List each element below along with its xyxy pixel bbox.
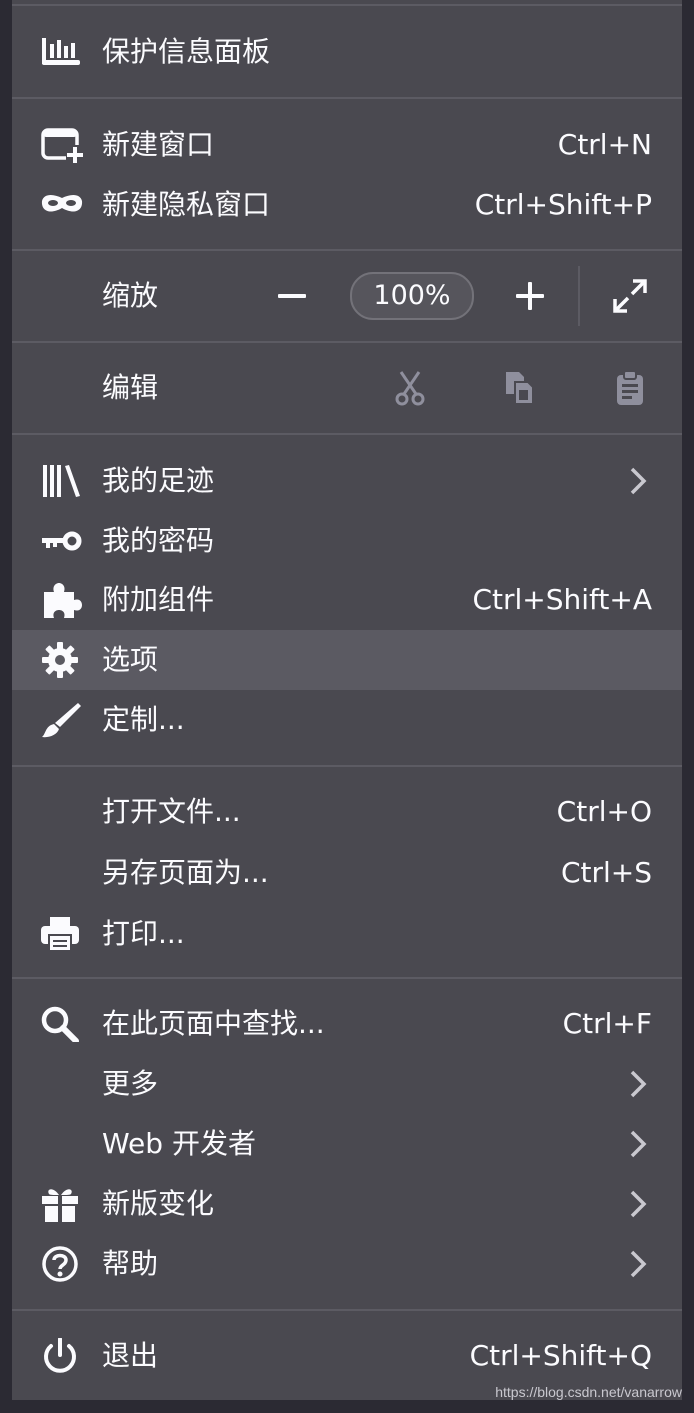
gear-icon bbox=[40, 642, 84, 678]
zoom-row: 缩放 bbox=[12, 266, 682, 326]
chevron-right-icon bbox=[628, 1128, 648, 1160]
menu-item-label: 退出 bbox=[102, 1339, 159, 1372]
menu-item-label: 定制... bbox=[102, 703, 185, 736]
chevron-right-icon bbox=[628, 1248, 648, 1280]
menu-item-whats-new[interactable]: 新版变化 bbox=[12, 1174, 682, 1234]
shortcut-label: Ctrl+F bbox=[562, 1007, 652, 1040]
separator bbox=[12, 977, 682, 979]
shortcut-label: Ctrl+O bbox=[556, 795, 652, 828]
search-icon bbox=[40, 1006, 84, 1042]
shortcut-label: Ctrl+Shift+Q bbox=[469, 1339, 652, 1372]
menu-item-passwords[interactable]: 我的密码 bbox=[12, 511, 682, 571]
menu-item-label: 另存页面为... bbox=[102, 856, 269, 889]
menu-item-new-private-window[interactable]: 新建隐私窗口 Ctrl+Shift+P bbox=[12, 175, 682, 235]
menu-item-open-file[interactable]: 打开文件... Ctrl+O bbox=[12, 782, 682, 842]
chevron-right-icon bbox=[628, 1068, 648, 1100]
new-window-icon bbox=[40, 127, 84, 163]
shortcut-label: Ctrl+Shift+P bbox=[474, 188, 652, 221]
menu-item-label: 新建隐私窗口 bbox=[102, 188, 271, 221]
menu-item-label: 新建窗口 bbox=[102, 128, 215, 161]
fullscreen-button[interactable] bbox=[608, 266, 652, 326]
menu-item-label: Web 开发者 bbox=[102, 1127, 256, 1160]
gift-icon bbox=[40, 1186, 84, 1222]
private-mask-icon bbox=[40, 187, 84, 223]
menu-item-find-in-page[interactable]: 在此页面中查找... Ctrl+F bbox=[12, 994, 682, 1054]
key-icon bbox=[40, 523, 84, 559]
menu-item-label: 新版变化 bbox=[102, 1187, 215, 1220]
separator bbox=[12, 765, 682, 767]
zoom-reset-button[interactable]: 100% bbox=[350, 272, 474, 320]
watermark: https://blog.csdn.net/vanarrow bbox=[495, 1384, 682, 1400]
app-menu: 保护信息面板 新建窗口 Ctrl+N 新建隐私窗口 Ctrl+Shift+P 缩… bbox=[12, 0, 682, 1400]
separator bbox=[12, 1309, 682, 1311]
puzzle-icon bbox=[40, 582, 84, 618]
separator bbox=[12, 249, 682, 251]
separator bbox=[12, 4, 682, 6]
edit-label: 编辑 bbox=[102, 371, 159, 404]
menu-item-label: 打开文件... bbox=[102, 795, 241, 828]
menu-item-new-window[interactable]: 新建窗口 Ctrl+N bbox=[12, 115, 682, 175]
zoom-in-button[interactable] bbox=[508, 266, 552, 326]
menu-item-label: 选项 bbox=[102, 643, 159, 676]
chart-icon bbox=[40, 34, 84, 70]
menu-item-label: 保护信息面板 bbox=[102, 35, 271, 68]
paste-button[interactable] bbox=[608, 358, 652, 418]
menu-item-label: 更多 bbox=[102, 1067, 159, 1100]
menu-item-help[interactable]: 帮助 bbox=[12, 1234, 682, 1294]
shortcut-label: Ctrl+N bbox=[557, 128, 652, 161]
shortcut-label: Ctrl+S bbox=[560, 856, 652, 889]
menu-item-options[interactable]: 选项 bbox=[12, 630, 682, 690]
menu-item-quit[interactable]: 退出 Ctrl+Shift+Q bbox=[12, 1326, 682, 1386]
menu-item-label: 我的足迹 bbox=[102, 464, 215, 497]
separator bbox=[12, 433, 682, 435]
cut-button[interactable] bbox=[388, 358, 432, 418]
printer-icon bbox=[40, 916, 84, 952]
menu-item-label: 在此页面中查找... bbox=[102, 1007, 325, 1040]
scissors-icon bbox=[395, 371, 425, 406]
zoom-divider bbox=[578, 266, 580, 326]
zoom-out-button[interactable] bbox=[270, 266, 314, 326]
chevron-right-icon bbox=[628, 1188, 648, 1220]
menu-item-label: 我的密码 bbox=[102, 524, 215, 557]
edit-row: 编辑 bbox=[12, 358, 682, 418]
menu-item-label: 附加组件 bbox=[102, 583, 215, 616]
menu-item-web-developer[interactable]: Web 开发者 bbox=[12, 1114, 682, 1174]
separator bbox=[12, 341, 682, 343]
separator bbox=[12, 97, 682, 99]
menu-item-save-page-as[interactable]: 另存页面为... Ctrl+S bbox=[12, 843, 682, 903]
menu-item-more[interactable]: 更多 bbox=[12, 1054, 682, 1114]
brush-icon bbox=[40, 702, 84, 738]
shortcut-label: Ctrl+Shift+A bbox=[472, 583, 652, 616]
menu-item-addons[interactable]: 附加组件 Ctrl+Shift+A bbox=[12, 570, 682, 630]
menu-item-protection-dashboard[interactable]: 保护信息面板 bbox=[12, 22, 682, 82]
menu-item-customize[interactable]: 定制... bbox=[12, 690, 682, 750]
menu-item-print[interactable]: 打印... bbox=[12, 904, 682, 964]
power-icon bbox=[40, 1338, 84, 1374]
copy-icon bbox=[506, 372, 534, 405]
help-icon bbox=[40, 1246, 84, 1282]
menu-item-label: 打印... bbox=[102, 917, 185, 950]
menu-item-label: 帮助 bbox=[102, 1247, 159, 1280]
menu-item-library[interactable]: 我的足迹 bbox=[12, 451, 682, 511]
zoom-label: 缩放 bbox=[102, 279, 159, 312]
copy-button[interactable] bbox=[498, 358, 542, 418]
chevron-right-icon bbox=[628, 465, 648, 497]
clipboard-icon bbox=[617, 370, 643, 405]
library-icon bbox=[40, 463, 84, 499]
